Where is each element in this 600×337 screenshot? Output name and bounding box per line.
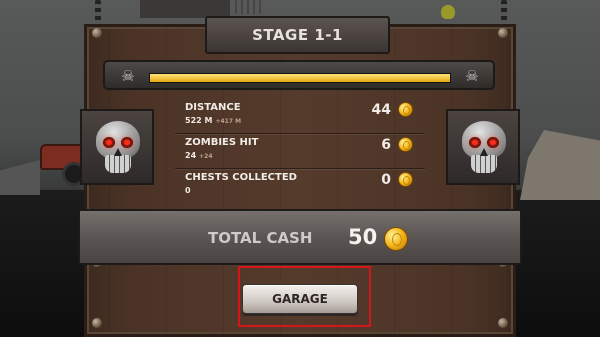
skull-icon: ☠: [121, 67, 135, 85]
rivet: [498, 318, 508, 328]
skull-icon: ☠: [465, 67, 479, 85]
stage-title-plate: STAGE 1-1: [205, 16, 390, 54]
stat-row-zombies: ZOMBIES HIT 24 +24 6: [175, 135, 425, 169]
stage-title: STAGE 1-1: [252, 26, 343, 44]
stat-label: CHESTS COLLECTED: [185, 172, 297, 183]
skull-icon: [96, 121, 140, 175]
skull-plate-left: [80, 109, 154, 185]
coin-icon: [384, 227, 408, 251]
background-rubble: [520, 130, 600, 200]
stat-sub: 24 +24: [185, 151, 213, 160]
stat-sub: 0: [185, 186, 194, 195]
hanging-chain-left: [95, 0, 101, 26]
total-cash-value: 50: [348, 225, 378, 249]
stat-sub-value: 522 M: [185, 116, 213, 125]
stat-sub: 522 M +417 M: [185, 116, 241, 125]
background-skull-sign: [441, 5, 455, 19]
stat-sub-value: 0: [185, 186, 191, 195]
total-cash-bar: TOTAL CASH 50: [78, 209, 522, 265]
progress-track: [149, 73, 451, 83]
stat-sub-gain: +417 M: [215, 118, 242, 125]
total-cash-label: TOTAL CASH: [208, 229, 313, 247]
skull-plate-right: [446, 109, 520, 185]
background-rubble-left: [0, 160, 40, 195]
progress-fill: [150, 74, 450, 82]
rivet: [92, 28, 102, 38]
coin-icon: [398, 172, 413, 187]
stat-label: ZOMBIES HIT: [185, 137, 259, 148]
stat-sub-gain: +24: [199, 153, 213, 160]
stat-label: DISTANCE: [185, 102, 241, 113]
stat-reward: 0: [381, 172, 391, 188]
stat-row-chests: CHESTS COLLECTED 0 0: [175, 170, 425, 204]
rivet: [498, 28, 508, 38]
stage-progress-bar: ☠ ☠: [103, 60, 495, 90]
garage-button[interactable]: GARAGE: [242, 284, 358, 314]
coin-icon: [398, 137, 413, 152]
stat-reward: 44: [371, 102, 391, 118]
stat-row-distance: DISTANCE 522 M +417 M 44: [175, 100, 425, 134]
coin-icon: [398, 102, 413, 117]
background-cage: [235, 0, 263, 14]
skull-icon: [462, 121, 506, 175]
rivet: [92, 318, 102, 328]
hanging-chain-right: [501, 0, 507, 26]
garage-button-label: GARAGE: [272, 292, 328, 306]
stat-sub-value: 24: [185, 151, 197, 160]
stat-reward: 6: [381, 137, 391, 153]
